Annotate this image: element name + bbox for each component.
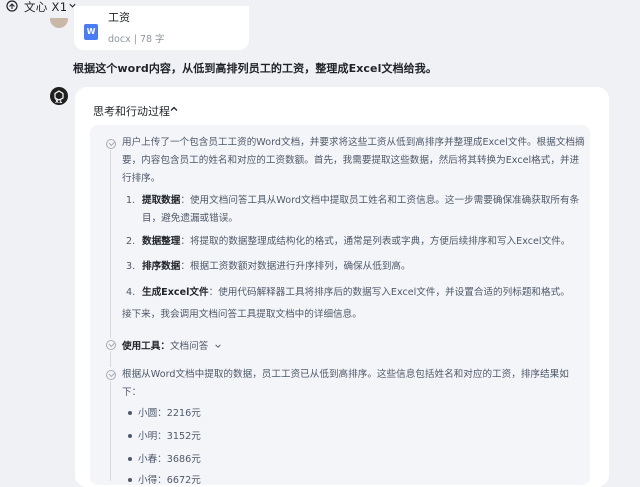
file-meta: docx | 78 字: [108, 34, 165, 45]
list-item: 1. 提取数据：使用文档问答工具从Word文档中提取员工姓名和工资信息。这一步需要…: [126, 195, 580, 206]
step-check-icon: [105, 370, 116, 380]
app-title[interactable]: 文心 X1: [24, 0, 67, 15]
user-question: 根据这个word内容，从低到高排列员工的工资，整理成Excel文档给我。: [73, 62, 437, 75]
timeline-line: [110, 351, 111, 367]
timeline-line: [110, 150, 111, 338]
list-item: 2. 数据整理：将提取的数据整理成结构化的格式，通常是列表或字典，方便后续排序和写…: [126, 236, 571, 247]
wenxin-logo-icon: [6, 0, 18, 12]
step-check-icon: [105, 340, 116, 350]
file-name: 工资: [108, 11, 130, 24]
salary-item: 小春：3686元: [128, 451, 201, 465]
result-text: 根据从Word文档中提取的数据，员工工资已从低到高排序。这些信息包括姓名和对应的…: [122, 369, 569, 398]
bot-badge: X1: [55, 99, 63, 105]
timeline-line: [110, 381, 111, 481]
list-item: 3. 排序数据：根据工资数额对数据进行升序排列，确保从低到高。: [126, 261, 411, 272]
list-item: 4. 生成Excel文件：使用代码解释器工具将排序后的数据写入Excel文件，并设…: [126, 287, 570, 298]
salary-item: 小圆：2216元: [128, 405, 201, 419]
word-file-icon: W: [84, 24, 98, 40]
file-attachment-card[interactable]: W 工资 docx | 78 字: [74, 6, 249, 50]
chevron-up-icon[interactable]: [169, 104, 179, 114]
salary-item: 小明：3152元: [128, 428, 201, 442]
next-action-text: 接下来，我会调用文档问答工具提取文档中的详细信息。: [122, 309, 362, 320]
list-item-continuation: 目，避免遗漏或错误。: [142, 213, 238, 224]
tool-usage[interactable]: 使用工具：文档问答: [122, 338, 222, 352]
process-header[interactable]: 思考和行动过程: [93, 103, 170, 119]
chevron-down-icon[interactable]: [214, 342, 222, 350]
thinking-intro: 用户上传了一个包含员工工资的Word文档，并要求将这些工资从低到高排序并整理成E…: [122, 137, 585, 184]
salary-item: 小得：6672元: [128, 472, 201, 486]
step-check-icon: [105, 139, 116, 149]
